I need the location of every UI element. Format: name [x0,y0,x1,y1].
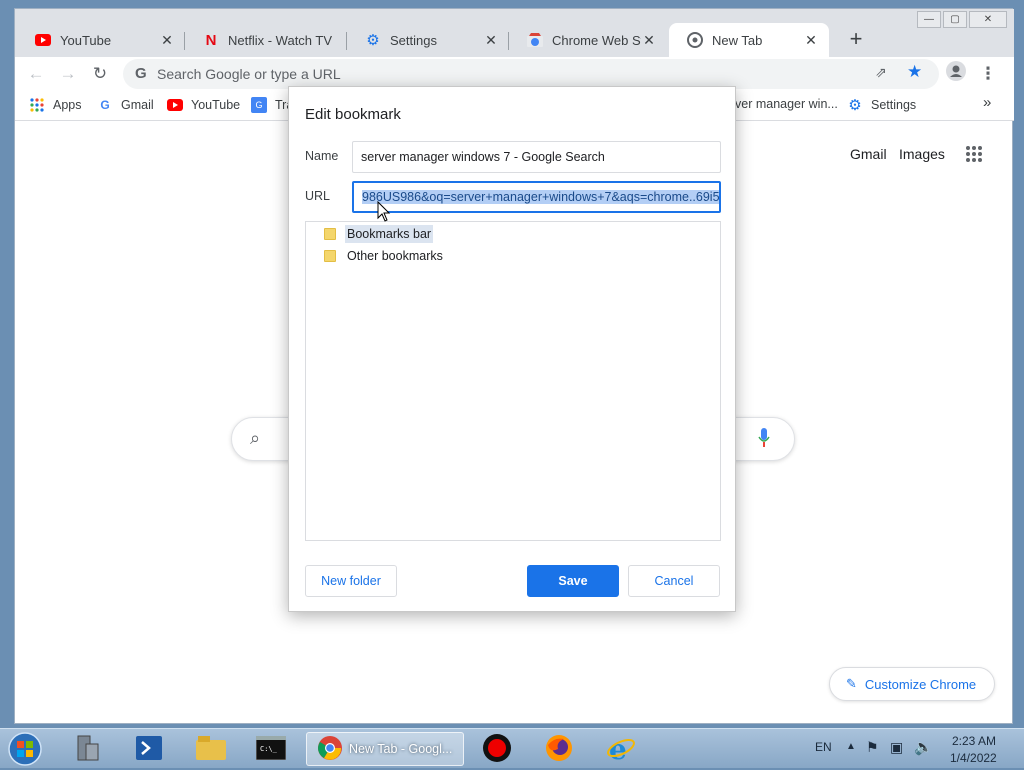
bookmark-label: Apps [53,98,82,112]
bookmark-label: ver manager win... [735,97,838,111]
menu-kebab-icon[interactable]: ⋮ [975,61,1001,87]
url-label: URL [305,189,331,203]
dialog-title: Edit bookmark [305,106,401,123]
gear-icon: ⚙ [366,32,380,49]
gmail-link[interactable]: Gmail [850,146,887,162]
tab-title: New Tab [712,32,763,48]
file-explorer-icon[interactable] [196,733,226,763]
chrome-web-store-icon [527,32,543,48]
tab-title: YouTube [60,32,112,48]
new-tab-button[interactable]: + [843,27,869,53]
internet-explorer-icon[interactable]: e [606,733,636,763]
tab-new-tab[interactable]: New Tab ✕ [669,23,829,57]
customize-chrome-button[interactable]: ✎ Customize Chrome [829,667,995,701]
search-icon: ⌕ [250,428,261,448]
save-button[interactable]: Save [527,565,619,597]
server-manager-icon[interactable] [72,733,102,763]
folder-tree[interactable]: Bookmarks bar Other bookmarks [305,221,721,541]
close-tab-icon[interactable]: ✕ [159,32,175,49]
firefox-icon[interactable] [544,733,574,763]
mouse-cursor-icon [377,200,391,226]
share-icon[interactable]: ⇗ [875,64,887,81]
tab-netflix[interactable]: N Netflix - Watch TV [185,23,347,57]
tab-chrome-web-store[interactable]: Chrome Web Store ✕ [509,23,667,57]
folder-label: Other bookmarks [347,249,443,263]
bookmark-star-icon[interactable]: ★ [907,62,922,82]
tab-strip: — ▢ ✕ YouTube ✕ N Netflix - Watch TV ⚙ S… [15,9,1014,57]
youtube-icon [35,32,51,48]
folder-icon [324,250,336,262]
google-apps-icon[interactable] [965,145,983,166]
cancel-button[interactable]: Cancel [628,565,720,597]
command-prompt-icon[interactable]: C:\_ [256,733,286,763]
volume-icon[interactable]: 🔈 [914,738,933,756]
close-tab-icon[interactable]: ✕ [641,32,657,49]
tab-title: Netflix - Watch TV [228,32,333,48]
edit-bookmark-dialog: Edit bookmark Name server manager window… [288,86,736,612]
omnibox-placeholder: Search Google or type a URL [157,66,341,82]
tab-title: Chrome Web Store [552,32,641,48]
close-tab-icon[interactable]: ✕ [483,32,499,49]
translate-icon: G [251,97,267,113]
show-hidden-icons-icon[interactable]: ▲ [846,741,856,752]
youtube-icon [167,97,183,113]
clock-time[interactable]: 2:23 AM [952,734,996,748]
start-button[interactable] [6,731,44,767]
clock-date[interactable]: 1/4/2022 [950,751,997,765]
close-window-button[interactable]: ✕ [969,11,1007,28]
language-indicator[interactable]: EN [815,740,832,754]
name-field-value: server manager windows 7 - Google Search [361,150,605,164]
url-field-value: 986US986&oq=server+manager+windows+7&aqs… [362,190,719,204]
folder-bookmarks-bar[interactable]: Bookmarks bar [324,225,434,243]
taskbar: C:\_ New Tab - Googl... e EN ▲ ⚑ ▣ 🔈 2:2… [0,728,1024,768]
url-field[interactable]: 986US986&oq=server+manager+windows+7&aqs… [352,181,721,213]
profile-icon[interactable] [943,61,969,87]
folder-other-bookmarks[interactable]: Other bookmarks [324,247,445,265]
bookmark-youtube[interactable]: YouTube [167,97,240,113]
close-tab-icon[interactable]: ✕ [803,32,819,49]
omnibox[interactable]: G Search Google or type a URL ⇗ ★ [123,59,939,89]
powershell-icon[interactable] [134,733,164,763]
bookmark-translate[interactable]: G Tra [251,97,293,113]
name-field[interactable]: server manager windows 7 - Google Search [352,141,721,173]
svg-text:C:\_: C:\_ [260,745,278,753]
bookmarks-overflow-button[interactable]: » [983,94,991,111]
back-icon[interactable]: ← [23,61,49,87]
bookmark-gmail[interactable]: G Gmail [97,97,154,113]
taskbar-task-label: New Tab - Googl... [349,742,453,756]
maximize-button[interactable]: ▢ [943,11,967,28]
apps-grid-icon [29,97,45,113]
pencil-icon: ✎ [846,676,857,691]
tab-youtube[interactable]: YouTube ✕ [17,23,185,57]
network-icon[interactable]: ▣ [890,739,903,756]
bookmark-label: Gmail [121,98,154,112]
bookmark-apps[interactable]: Apps [29,97,82,113]
name-label: Name [305,149,339,163]
record-icon[interactable] [482,733,512,763]
folder-label: Bookmarks bar [345,225,434,243]
new-folder-button[interactable]: New folder [305,565,397,597]
folder-icon [324,228,336,240]
bookmark-label: Settings [871,98,917,112]
forward-icon[interactable]: → [55,61,81,87]
tab-settings[interactable]: ⚙ Settings ✕ [347,23,509,57]
bookmark-settings[interactable]: ⚙ Settings [847,97,917,114]
tab-title: Settings [390,32,437,48]
bookmark-label: YouTube [191,98,241,112]
chrome-icon [317,735,343,764]
reload-icon[interactable]: ↻ [87,61,113,87]
minimize-button[interactable]: — [917,11,941,28]
gear-icon: ⚙ [848,97,862,114]
netflix-icon: N [205,31,217,49]
google-icon: G [100,98,110,112]
google-icon: G [135,65,147,82]
taskbar-chrome-task[interactable]: New Tab - Googl... [306,732,464,766]
action-center-flag-icon[interactable]: ⚑ [866,739,879,756]
images-link[interactable]: Images [899,146,945,162]
customize-chrome-label: Customize Chrome [864,676,977,692]
chrome-icon [687,32,703,48]
bookmark-server-manager[interactable]: ver manager win... [735,97,838,111]
microphone-icon[interactable] [758,428,770,451]
